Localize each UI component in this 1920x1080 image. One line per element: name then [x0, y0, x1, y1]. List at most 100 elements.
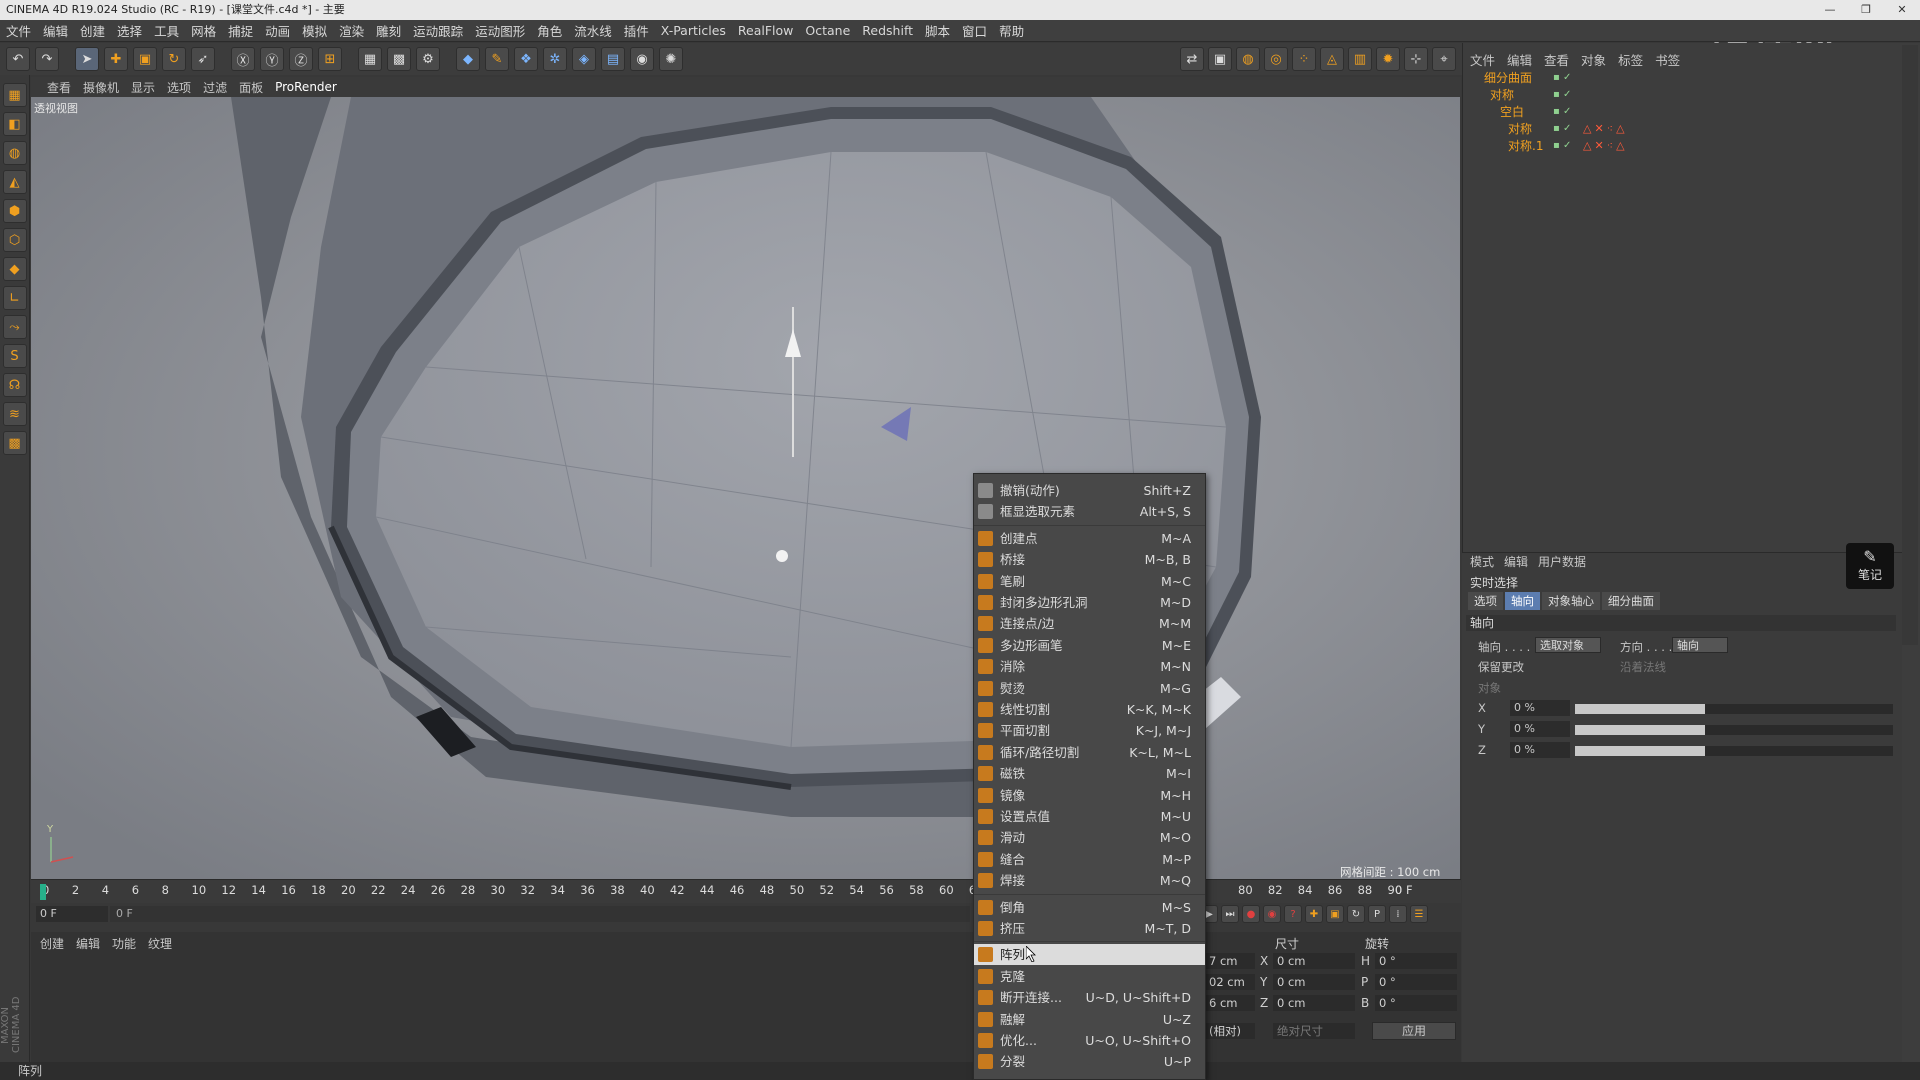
material-menu-item-3[interactable]: 纹理 — [148, 935, 172, 952]
object-name[interactable]: 对称 — [1490, 87, 1514, 103]
axis-slider[interactable] — [1575, 725, 1893, 735]
scale-tool-icon[interactable]: ▣ — [133, 47, 157, 71]
timeline-playhead[interactable] — [40, 884, 46, 900]
context-menu-item[interactable]: 挤压 M~T, D — [974, 918, 1205, 939]
slider-value-field[interactable]: 0 % — [1510, 700, 1570, 716]
context-menu-item[interactable]: 阵列 — [974, 944, 1205, 966]
context-menu-item[interactable]: 线性切割 K~K, M~K — [974, 699, 1205, 720]
workplane-lock-icon[interactable]: ≋ — [2, 402, 27, 426]
light-icon[interactable]: ✺ — [659, 47, 683, 71]
tweak-mode-icon[interactable]: ⌖ — [1432, 47, 1456, 71]
context-menu-item[interactable]: 多边形画笔 M~E — [974, 635, 1205, 656]
texture-side-icon[interactable]: ◍ — [2, 141, 27, 165]
position-field[interactable]: 02 cm — [1205, 974, 1255, 990]
axis-slider[interactable] — [1575, 704, 1893, 714]
object-menu-item-5[interactable]: 书签 — [1655, 50, 1680, 69]
pla-key-icon[interactable]: ⁞ — [1389, 905, 1407, 923]
perspective-viewport[interactable]: Y — [31, 97, 1460, 879]
points-side-icon[interactable]: ⬢ — [2, 199, 27, 223]
selection-tags-icon[interactable]: △✕⁖△ — [1583, 138, 1628, 154]
points-mode-icon[interactable]: ⁘ — [1292, 47, 1316, 71]
menu-item-16[interactable]: X-Particles — [655, 23, 732, 38]
render-view-icon[interactable]: ▦ — [358, 47, 382, 71]
menu-item-14[interactable]: 流水线 — [568, 21, 618, 40]
menu-item-4[interactable]: 工具 — [148, 21, 185, 40]
model-mode-side-icon[interactable]: ◧ — [2, 112, 27, 136]
solo-side-icon[interactable]: S — [2, 344, 27, 368]
scale-key-icon[interactable]: ▣ — [1326, 905, 1344, 923]
edges-mode-icon[interactable]: ◬ — [1320, 47, 1344, 71]
attribute-tab-0[interactable]: 选项 — [1468, 592, 1503, 610]
menu-item-3[interactable]: 选择 — [111, 21, 148, 40]
context-menu-item[interactable]: 循环/路径切割 K~L, M~L — [974, 742, 1205, 763]
context-menu-item[interactable]: 磁铁 M~I — [974, 763, 1205, 784]
apply-button[interactable]: 应用 — [1372, 1022, 1456, 1040]
menu-item-18[interactable]: Octane — [799, 23, 856, 38]
record-icon[interactable]: ● — [1242, 905, 1260, 923]
object-menu-item-4[interactable]: 标签 — [1618, 50, 1643, 69]
object-name[interactable]: 对称 — [1508, 121, 1532, 137]
object-name[interactable]: 空白 — [1500, 104, 1524, 120]
menu-item-20[interactable]: 脚本 — [919, 21, 956, 40]
object-row[interactable]: 对称 ▪ ✓ — [1468, 87, 1898, 103]
polygons-mode-icon[interactable]: ▥ — [1348, 47, 1372, 71]
z-axis-lock-icon[interactable]: Ⓩ — [289, 47, 313, 71]
autokey-icon[interactable]: ◉ — [1263, 905, 1281, 923]
object-row[interactable]: 空白 ▪ ✓ — [1468, 104, 1898, 120]
context-menu-item[interactable]: 分裂 U~P — [974, 1051, 1205, 1072]
redo-icon[interactable]: ↷ — [35, 47, 59, 71]
make-editable-side-icon[interactable]: ▦ — [2, 83, 27, 107]
menu-item-6[interactable]: 捕捉 — [222, 21, 259, 40]
subdivision-icon[interactable]: ❖ — [514, 47, 538, 71]
polygons-side-icon[interactable]: ◆ — [2, 257, 27, 281]
keep-changes-checkbox[interactable]: 保留更改 — [1478, 659, 1524, 675]
object-menu-item-0[interactable]: 文件 — [1470, 50, 1495, 69]
edges-side-icon[interactable]: ⬡ — [2, 228, 27, 252]
menu-item-17[interactable]: RealFlow — [732, 23, 799, 38]
undo-icon[interactable]: ↶ — [6, 47, 30, 71]
size-field[interactable]: 0 cm — [1273, 995, 1355, 1011]
viewport-menu-item-4[interactable]: 过滤 — [203, 79, 227, 96]
recent-tool-icon[interactable]: ➶ — [191, 47, 215, 71]
rotation-field[interactable]: 0 ° — [1375, 974, 1457, 990]
coord-mode-dropdown[interactable]: (相对) — [1205, 1023, 1255, 1039]
y-axis-lock-icon[interactable]: Ⓨ — [260, 47, 284, 71]
x-axis-lock-icon[interactable]: Ⓧ — [231, 47, 255, 71]
slider-value-field[interactable]: 0 % — [1510, 721, 1570, 737]
material-menu-item-1[interactable]: 编辑 — [76, 935, 100, 952]
context-menu-item[interactable]: 设置点值 M~U — [974, 806, 1205, 827]
rotation-field[interactable]: 0 ° — [1375, 953, 1457, 969]
menu-item-11[interactable]: 运动跟踪 — [407, 21, 469, 40]
material-menu-item-2[interactable]: 功能 — [112, 935, 136, 952]
position-key-icon[interactable]: ✚ — [1305, 905, 1323, 923]
camera-icon[interactable]: ◉ — [630, 47, 654, 71]
viewport-menu-item-3[interactable]: 选项 — [167, 79, 191, 96]
axis-side-icon[interactable]: ∟ — [2, 286, 27, 310]
visibility-toggle-icon[interactable]: ▪ ✓ — [1553, 104, 1571, 120]
menu-item-0[interactable]: 文件 — [0, 21, 37, 40]
context-menu-item[interactable]: 倒角 M~S — [974, 897, 1205, 918]
axis-slider[interactable] — [1575, 746, 1893, 756]
context-menu-item[interactable]: 焊接 M~Q — [974, 870, 1205, 891]
menu-item-9[interactable]: 渲染 — [333, 21, 370, 40]
context-menu-item[interactable]: 优化... U~O, U~Shift+O — [974, 1030, 1205, 1051]
size-field[interactable]: 0 cm — [1273, 974, 1355, 990]
attribute-menu-item-1[interactable]: 编辑 — [1504, 553, 1528, 570]
select-tool-icon[interactable]: ➤ — [75, 47, 99, 71]
snap-icon[interactable]: ✹ — [1376, 47, 1400, 71]
menu-item-13[interactable]: 角色 — [531, 21, 568, 40]
coord-system-icon[interactable]: ⊞ — [318, 47, 342, 71]
pen-spline-icon[interactable]: ✎ — [485, 47, 509, 71]
context-menu-item[interactable]: 克隆 — [974, 966, 1205, 987]
maximize-button[interactable]: ❐ — [1848, 0, 1884, 20]
move-tool-icon[interactable]: ✚ — [104, 47, 128, 71]
context-menu-item[interactable]: 框显选取元素 Alt+S, S — [974, 501, 1205, 522]
menu-item-1[interactable]: 编辑 — [37, 21, 74, 40]
render-picture-viewer-icon[interactable]: ▩ — [387, 47, 411, 71]
context-menu-item[interactable]: 笔刷 M~C — [974, 571, 1205, 592]
floor-icon[interactable]: ▤ — [601, 47, 625, 71]
make-editable-icon[interactable]: ⇄ — [1180, 47, 1204, 71]
timeline-menu-icon[interactable]: ☰ — [1410, 905, 1428, 923]
snap-side-icon[interactable]: ☊ — [2, 373, 27, 397]
context-menu-item[interactable]: 缝合 M~P — [974, 849, 1205, 870]
